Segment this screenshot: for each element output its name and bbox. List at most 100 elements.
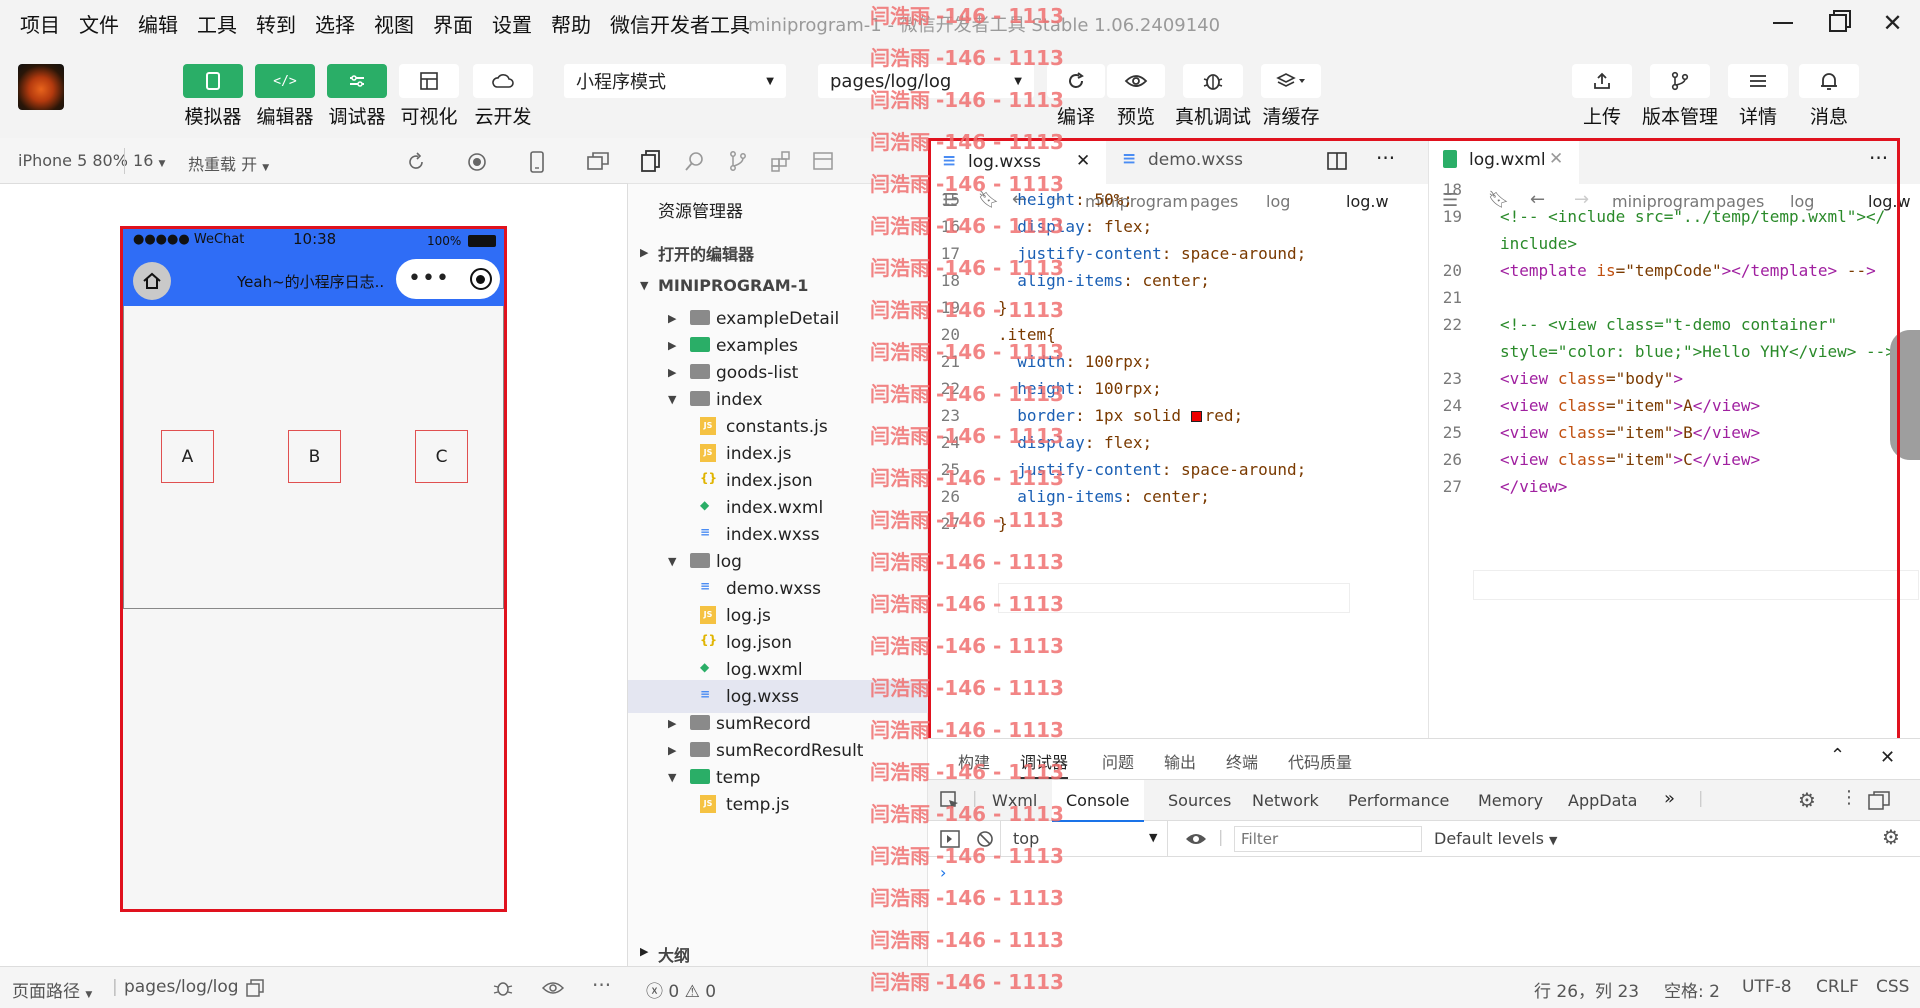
window-icon[interactable] [587, 152, 609, 170]
menu-goto[interactable]: 转到 [245, 9, 304, 38]
open-editors-section[interactable]: ▶ 打开的编辑器 [628, 236, 928, 269]
cursor-position[interactable]: 行 26，列 23 [1534, 977, 1639, 1002]
files-icon[interactable] [640, 150, 662, 172]
problems-indicator[interactable]: ⓧ 0 ⚠ 0 [646, 977, 716, 1002]
tab-build[interactable]: 构建 [958, 749, 990, 773]
tab-demo-wxss[interactable]: ≡ demo.wxss [1108, 138, 1278, 184]
side-handle[interactable] [1890, 330, 1920, 460]
language-mode[interactable]: CSS [1876, 977, 1909, 997]
version-button[interactable]: 版本管理 [1642, 64, 1718, 129]
split-editor-icon[interactable] [1327, 152, 1347, 170]
eye-icon[interactable] [1184, 831, 1208, 847]
outline-section[interactable]: ▶ 大纲 [628, 940, 928, 966]
encoding[interactable]: UTF-8 [1742, 977, 1792, 997]
rotate-icon[interactable] [406, 152, 426, 172]
breadcrumb-item[interactable]: pages [1190, 192, 1238, 211]
context-select[interactable]: top ▼ [1000, 821, 1168, 857]
panel-network[interactable]: Network [1252, 791, 1319, 810]
page-path-select[interactable]: 页面路径 ▼ [12, 977, 92, 1002]
more-icon[interactable]: ··· [592, 973, 611, 997]
close-tab-icon[interactable]: ✕ [1549, 149, 1563, 169]
panel-wxml[interactable]: Wxml [992, 791, 1037, 810]
more-icon[interactable]: ••• [408, 268, 450, 290]
dock-icon[interactable] [1868, 791, 1890, 811]
hot-reload-toggle[interactable]: 热重载 开 ▼ [188, 151, 269, 175]
messages-button[interactable]: 消息 [1799, 64, 1859, 129]
cloud-button[interactable]: 云开发 [473, 64, 533, 129]
page-select[interactable]: pages/log/log ▼ [818, 64, 1034, 98]
menu-settings[interactable]: 设置 [481, 9, 540, 38]
tab-log-wxss[interactable]: ≡ log.wxss ✕ [928, 138, 1106, 184]
more-icon[interactable]: ··· [1376, 146, 1395, 170]
chevron-right-icon[interactable]: ▶ [668, 339, 676, 352]
close-window-button[interactable]: ✕ [1865, 0, 1920, 46]
clear-console-icon[interactable] [976, 830, 994, 848]
maximize-button[interactable] [1810, 0, 1865, 46]
tab-code-quality[interactable]: 代码质量 [1288, 749, 1352, 773]
bookmark-icon[interactable]: 🔖︎ [978, 190, 1000, 210]
project-section[interactable]: ▼ MINIPROGRAM-1 [628, 269, 928, 302]
eye-icon[interactable] [541, 980, 565, 996]
breadcrumb-item[interactable]: log [1266, 192, 1290, 211]
panel-sources[interactable]: Sources [1168, 791, 1231, 810]
chevron-right-icon[interactable]: ▶ [668, 366, 676, 379]
avatar[interactable] [18, 64, 64, 110]
menu-interface[interactable]: 界面 [422, 9, 481, 38]
debugger-button[interactable]: 调试器 [327, 64, 387, 129]
gear-icon[interactable]: ⚙ [1798, 788, 1816, 812]
record-icon[interactable] [467, 152, 487, 172]
tab-problems[interactable]: 问题 [1102, 749, 1134, 773]
line-ending[interactable]: CRLF [1816, 977, 1859, 997]
details-button[interactable]: 详情 [1728, 64, 1788, 129]
menu-edit[interactable]: 编辑 [127, 9, 186, 38]
close-tab-icon[interactable]: ✕ [1076, 151, 1090, 171]
search-icon[interactable] [684, 150, 706, 172]
menu-view[interactable]: 视图 [363, 9, 422, 38]
menu-project[interactable]: 项目 [9, 9, 68, 38]
phone-icon[interactable] [530, 151, 544, 173]
preview-button[interactable]: 预览 [1106, 64, 1166, 129]
tree-file[interactable]: JS temp.js [628, 788, 928, 821]
more-panels-icon[interactable]: » [1664, 788, 1675, 809]
chevron-down-icon[interactable]: ▼ [668, 555, 676, 568]
device-select[interactable]: iPhone 5 80% 16 ▼ [18, 151, 165, 170]
panel-performance[interactable]: Performance [1348, 791, 1449, 810]
menu-tools[interactable]: 工具 [186, 9, 245, 38]
inspect-icon[interactable] [940, 791, 960, 811]
kebab-icon[interactable]: ⋮ [1840, 787, 1858, 808]
chevron-right-icon[interactable]: ▶ [668, 312, 676, 325]
source-control-icon[interactable] [728, 150, 748, 172]
tab-log-wxml[interactable]: log.wxml ✕ [1429, 138, 1579, 184]
copy-icon[interactable] [246, 979, 264, 997]
menu-select[interactable]: 选择 [304, 9, 363, 38]
console-prompt-icon[interactable]: › [940, 863, 946, 882]
mode-select[interactable]: 小程序模式 ▼ [564, 64, 786, 98]
sidebar-toggle-icon[interactable] [940, 830, 960, 848]
filter-input[interactable] [1234, 826, 1422, 852]
simulator-button[interactable]: 模拟器 [183, 64, 243, 129]
panel-console[interactable]: Console [1052, 780, 1144, 822]
breadcrumb-item[interactable]: log.w [1346, 192, 1389, 211]
chevron-right-icon[interactable]: ▶ [668, 744, 676, 757]
layout-icon[interactable] [812, 150, 834, 172]
close-mini-icon[interactable] [469, 268, 492, 290]
tab-debugger[interactable]: 调试器 [1020, 749, 1069, 779]
log-levels-select[interactable]: Default levels ▼ [1434, 829, 1558, 848]
indentation[interactable]: 空格: 2 [1664, 977, 1720, 1002]
chevron-right-icon[interactable]: ▶ [668, 717, 676, 730]
visual-button[interactable]: 可视化 [399, 64, 459, 129]
bug-icon[interactable] [492, 978, 514, 998]
menu-file[interactable]: 文件 [68, 9, 127, 38]
more-icon[interactable]: ··· [1869, 146, 1888, 170]
clear-cache-button[interactable]: 清缓存 [1261, 64, 1321, 129]
home-button[interactable] [133, 262, 171, 300]
real-device-debug-button[interactable]: 真机调试 [1175, 64, 1251, 129]
chevron-down-icon[interactable]: ▼ [668, 393, 676, 406]
tab-terminal[interactable]: 终端 [1226, 749, 1258, 773]
gear-icon[interactable]: ⚙ [1882, 825, 1900, 849]
panel-appdata[interactable]: AppData [1568, 791, 1637, 810]
editor-button[interactable]: </> 编辑器 [255, 64, 315, 129]
tab-output[interactable]: 输出 [1164, 749, 1196, 773]
chevron-up-icon[interactable]: ⌃ [1830, 745, 1845, 766]
extensions-icon[interactable] [770, 150, 792, 172]
